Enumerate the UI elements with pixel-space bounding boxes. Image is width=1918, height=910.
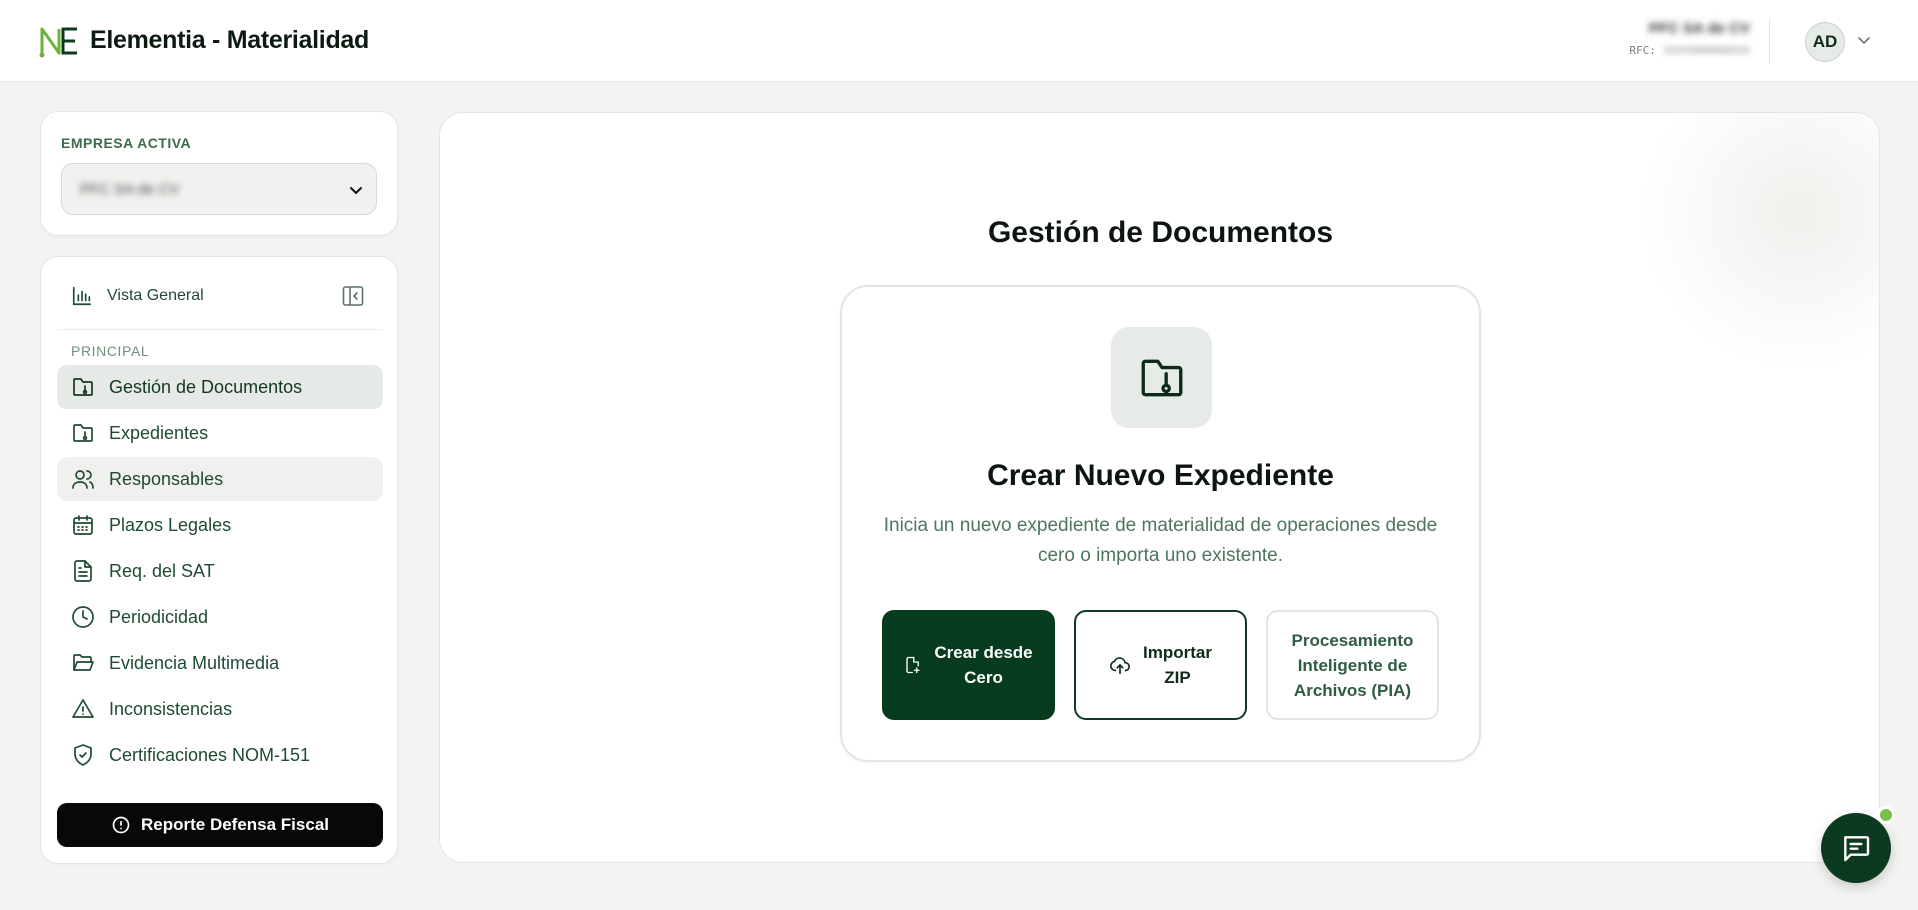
pia-button-label: Procesamiento Inteligente de Archivos (P…: [1291, 630, 1414, 700]
sidebar-item-plazos-legales[interactable]: Plazos Legales: [57, 503, 383, 547]
sidebar-item-req-sat[interactable]: Req. del SAT: [57, 549, 383, 593]
rfc-label: RFC:: [1629, 44, 1656, 57]
sidebar-item-label: Responsables: [109, 468, 224, 489]
folder-doc-icon: [73, 424, 93, 442]
report-defensa-fiscal-button[interactable]: Reporte Defensa Fiscal: [57, 803, 383, 847]
rfc-row: RFC: XXXX000000XXX: [1629, 44, 1750, 57]
report-button-label: Reporte Defensa Fiscal: [140, 815, 329, 834]
main-content: Gestión de Documentos Crear Nuevo Expedi…: [439, 112, 1880, 863]
sidebar-section-label: PRINCIPAL: [71, 343, 150, 359]
import-button-label: Importar ZIP: [1143, 643, 1212, 687]
online-status-dot: [1877, 806, 1895, 824]
folder-doc-icon: [73, 378, 93, 396]
sidebar-item-label: Req. del SAT: [109, 560, 215, 581]
page-title: Gestión de Documentos: [987, 216, 1334, 249]
active-company-label: EMPRESA ACTIVA: [61, 135, 192, 151]
folder-doc-icon: [1141, 359, 1182, 396]
sidebar-item-certificaciones[interactable]: Certificaciones NOM-151: [57, 733, 383, 777]
pia-processing-button[interactable]: Procesamiento Inteligente de Archivos (P…: [1266, 610, 1439, 720]
alert-circle-icon: [112, 816, 130, 834]
create-button-label: Crear desde Cero: [934, 643, 1033, 687]
sidebar-item-label: Plazos Legales: [109, 514, 232, 535]
sidebar-item-label: Inconsistencias: [109, 698, 233, 719]
create-card-description: Inicia un nuevo expediente de materialid…: [883, 515, 1438, 566]
users-icon: [72, 470, 94, 489]
rfc-value: XXXX000000XXX: [1663, 44, 1750, 57]
sidebar-item-overview[interactable]: Vista General: [71, 285, 204, 307]
active-company-card: EMPRESA ACTIVA PFC SA de CV: [40, 111, 398, 236]
folder-open-icon: [73, 654, 94, 671]
create-from-scratch-button[interactable]: Crear desde Cero: [882, 610, 1055, 720]
bar-chart-icon: [72, 286, 92, 306]
chat-button[interactable]: [1821, 813, 1891, 883]
elementia-logo-icon: [39, 27, 77, 58]
clock-icon: [72, 606, 94, 628]
file-plus-icon: [905, 656, 920, 674]
folder-icon-box: [1111, 327, 1212, 428]
top-header: Elementia - Materialidad PFC SA de CV RF…: [0, 0, 1918, 82]
sidebar-item-evidencia-multimedia[interactable]: Evidencia Multimedia: [57, 641, 383, 685]
sidebar-item-label: Expedientes: [109, 422, 209, 443]
user-avatar[interactable]: AD: [1805, 22, 1845, 62]
sidebar-divider: [57, 329, 383, 330]
header-company-info: PFC SA de CV RFC: XXXX000000XXX: [1629, 20, 1750, 57]
company-select-value: PFC SA de CV: [80, 181, 180, 198]
import-zip-button[interactable]: Importar ZIP: [1074, 610, 1247, 720]
sidebar-item-responsables[interactable]: Responsables: [57, 457, 383, 501]
sidebar-item-gestion-documentos[interactable]: Gestión de Documentos: [57, 365, 383, 409]
chevron-down-icon[interactable]: [1856, 32, 1872, 48]
sidebar-item-label: Certificaciones NOM-151: [109, 744, 311, 765]
chat-bubble-icon: [1844, 836, 1870, 862]
header-company-name: PFC SA de CV: [1648, 20, 1750, 37]
warning-icon: [72, 699, 94, 718]
sidebar-item-inconsistencias[interactable]: Inconsistencias: [57, 687, 383, 731]
chevron-down-icon: [350, 187, 362, 194]
create-card-title: Crear Nuevo Expediente: [987, 459, 1334, 492]
sidebar-item-label: Gestión de Documentos: [109, 376, 303, 397]
shield-check-icon: [74, 744, 92, 766]
sidebar-item-periodicidad[interactable]: Periodicidad: [57, 595, 383, 639]
company-select[interactable]: PFC SA de CV: [61, 163, 377, 215]
sidebar-item-label: Evidencia Multimedia: [109, 652, 280, 673]
document-icon: [74, 560, 92, 582]
create-expediente-card: Crear Nuevo Expediente Inicia un nuevo e…: [840, 285, 1481, 762]
app-title: Elementia - Materialidad: [90, 26, 369, 54]
sidebar-nav: Vista General PRINCIPAL Gestión de Docum…: [40, 256, 398, 864]
sidebar-collapse-icon[interactable]: [341, 284, 365, 308]
sidebar-item-label: Periodicidad: [109, 606, 209, 627]
header-divider: [1769, 19, 1770, 64]
sidebar-item-overview-label: Vista General: [107, 287, 204, 304]
cloud-upload-icon: [1109, 657, 1130, 675]
calendar-icon: [73, 515, 93, 535]
sidebar-item-expedientes[interactable]: Expedientes: [57, 411, 383, 455]
